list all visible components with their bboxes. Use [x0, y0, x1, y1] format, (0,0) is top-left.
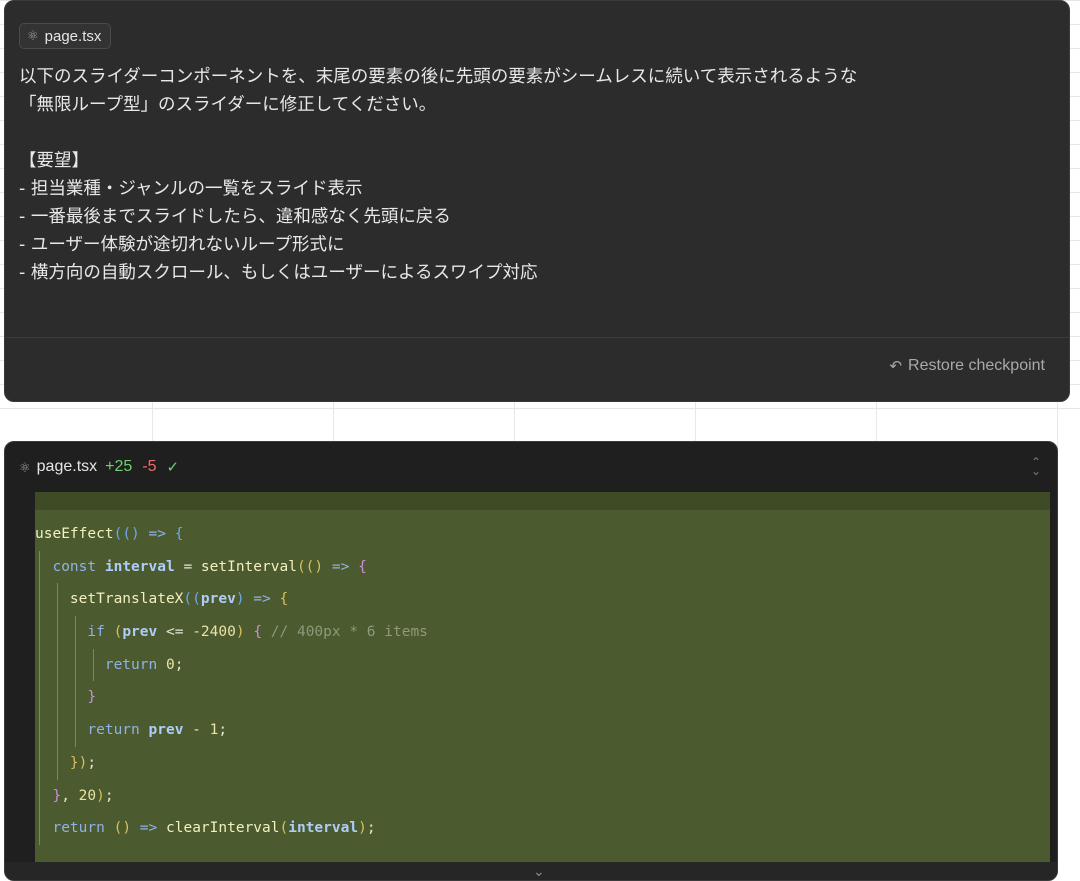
code-line: const interval = setInterval(() => { [35, 550, 428, 584]
removed-lines-count: -5 [142, 458, 157, 475]
undo-icon: ↶ [889, 358, 903, 375]
code-line: if (prev <= -2400) { // 400px * 6 items [35, 616, 428, 649]
chevron-down-icon[interactable]: ⌄ [533, 864, 545, 880]
code-line: return prev - 1; [35, 714, 428, 747]
code-line: return 0; [35, 648, 428, 682]
code-line: }); [35, 746, 428, 780]
code-line: setTranslateX((prev) => { [35, 583, 428, 617]
code-line: } [35, 681, 428, 715]
message-line: - 横方向の自動スクロール、もしくはユーザーによるスワイプ対応 [19, 263, 538, 283]
divider [5, 337, 1069, 338]
diff-hunk-separator [35, 492, 1050, 510]
code-overflow-fade[interactable]: ⌄ [5, 862, 1057, 880]
added-lines-count: +25 [105, 458, 133, 475]
message-line: 【要望】 [19, 151, 89, 171]
file-context-chip[interactable]: ⚛ page.tsx [19, 23, 112, 49]
code-diff-header[interactable]: ⚛ page.tsx +25 -5 ✓ ⌃ ⌄ [5, 442, 1057, 492]
message-line: - 担当業種・ジャンルの一覧をスライド表示 [19, 179, 363, 199]
code-line: return () => clearInterval(interval); [35, 812, 428, 845]
message-line: - ユーザー体験が途切れないループ形式に [19, 235, 345, 255]
restore-checkpoint-button[interactable]: ↶ Restore checkpoint [889, 357, 1045, 375]
code-line: useEffect(() => { [35, 526, 184, 542]
check-icon: ✓ [166, 459, 180, 476]
user-message-panel: ⚛ page.tsx 以下のスライダーコンポーネントを、末尾の要素の後に先頭の要… [4, 0, 1070, 402]
code-line: }, 20); [35, 779, 428, 813]
message-line: 以下のスライダーコンポーネントを、末尾の要素の後に先頭の要素がシームレスに続いて… [19, 67, 858, 87]
expand-collapse-icon[interactable]: ⌃ ⌄ [1031, 456, 1041, 477]
restore-checkpoint-label: Restore checkpoint [908, 357, 1045, 374]
message-line: 「無限ループ型」のスライダーに修正してください。 [19, 95, 437, 115]
react-icon: ⚛ [27, 28, 39, 44]
message-line: - 一番最後までスライドしたら、違和感なく先頭に戻る [19, 207, 451, 227]
diff-filename: page.tsx [36, 458, 98, 475]
code-block: useEffect(() => { const interval = setIn… [35, 518, 428, 845]
react-icon: ⚛ [19, 459, 31, 475]
message-text: 以下のスライダーコンポーネントを、末尾の要素の後に先頭の要素がシームレスに続いて… [19, 63, 1059, 287]
file-chip-label: page.tsx [44, 27, 102, 45]
code-diff-panel: ⚛ page.tsx +25 -5 ✓ ⌃ ⌄ useEffect(() => {… [4, 441, 1058, 881]
